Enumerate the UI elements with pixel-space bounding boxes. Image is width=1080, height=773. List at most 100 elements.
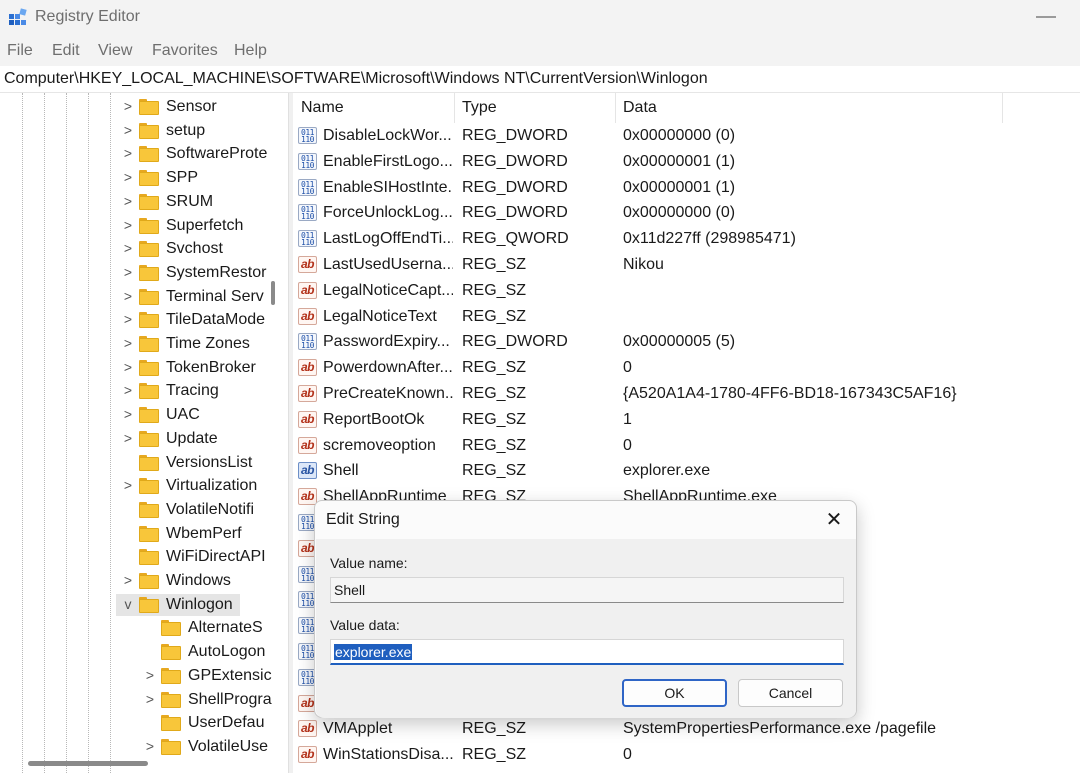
menu-view[interactable]: View: [98, 42, 132, 60]
tree-node[interactable]: > SRUM: [116, 191, 266, 213]
tree-node[interactable]: > SPP: [116, 167, 266, 189]
value-row[interactable]: ab LegalNoticeCapt... REG_SZ: [293, 278, 1080, 304]
tree-node[interactable]: > SystemRestor: [116, 262, 266, 284]
chevron-right-icon[interactable]: >: [122, 145, 134, 161]
tree-node[interactable]: > UAC: [116, 404, 266, 426]
chevron-right-icon[interactable]: >: [122, 359, 134, 375]
column-header-data[interactable]: Data: [623, 93, 657, 123]
key-tree-pane[interactable]: > Sensor > setup > SoftwareProte > SPP > SRUM > Sup…: [0, 93, 288, 773]
value-row[interactable]: ab VMApplet REG_SZ SystemPropertiesPerforma…: [293, 716, 1080, 742]
tree-node[interactable]: > GPExtensic: [138, 665, 288, 687]
chevron-right-icon[interactable]: >: [122, 288, 134, 304]
value-name-field[interactable]: Shell: [330, 577, 844, 603]
value-row[interactable]: ab LegalNoticeText REG_SZ: [293, 304, 1080, 330]
chevron-right-icon[interactable]: >: [122, 311, 134, 327]
value-row[interactable]: 011 110 ForceUnlockLog... REG_DWORD 0x00000…: [293, 200, 1080, 226]
value-row[interactable]: ab LastUsedUserna... REG_SZ Nikou: [293, 252, 1080, 278]
chevron-right-icon[interactable]: >: [122, 240, 134, 256]
tree-node[interactable]: > Sensor: [116, 96, 266, 118]
dialog-title: Edit String: [326, 511, 400, 528]
tree-node-label: Virtualization: [166, 477, 258, 495]
chevron-right-icon[interactable]: >: [122, 122, 134, 138]
chevron-right-icon[interactable]: >: [122, 335, 134, 351]
chevron-right-icon[interactable]: >: [122, 193, 134, 209]
chevron-right-icon[interactable]: >: [122, 264, 134, 280]
column-separator[interactable]: [454, 93, 455, 123]
value-row[interactable]: ab PowerdownAfter... REG_SZ 0: [293, 355, 1080, 381]
tree-node[interactable]: v Winlogon: [116, 593, 240, 616]
value-data-selected-text[interactable]: explorer.exe: [334, 644, 413, 660]
column-separator[interactable]: [615, 93, 616, 123]
menu-file[interactable]: File: [7, 42, 33, 60]
tree-node[interactable]: UserDefau: [138, 712, 288, 734]
value-name: LastLogOffEndTi...: [323, 230, 453, 248]
value-row[interactable]: 011 110 EnableSIHostInte... REG_DWORD 0x000…: [293, 175, 1080, 201]
tree-node[interactable]: VersionsList: [116, 452, 266, 474]
tree-node[interactable]: > Terminal Serv: [116, 286, 266, 308]
value-type: REG_SZ: [462, 256, 527, 273]
value-row[interactable]: ab WinStationsDisa... REG_SZ 0: [293, 742, 1080, 768]
menu-edit[interactable]: Edit: [52, 42, 80, 60]
value-row[interactable]: ab Shell REG_SZ explorer.exe: [293, 458, 1080, 484]
chevron-right-icon[interactable]: >: [122, 382, 134, 398]
chevron-right-icon[interactable]: >: [144, 667, 156, 683]
string-value-icon: ab: [298, 746, 317, 764]
tree-node[interactable]: > Time Zones: [116, 333, 266, 355]
ok-button[interactable]: OK: [622, 679, 727, 707]
value-row[interactable]: 011 110 DisableLockWor... REG_DWORD 0x00000…: [293, 123, 1080, 149]
chevron-right-icon[interactable]: >: [122, 572, 134, 588]
column-header-name[interactable]: Name: [301, 93, 344, 123]
value-name: EnableFirstLogo...: [323, 152, 453, 170]
tree-node-label: Svchost: [166, 240, 223, 258]
address-bar[interactable]: Computer\HKEY_LOCAL_MACHINE\SOFTWARE\Mic…: [0, 66, 1080, 93]
chevron-right-icon[interactable]: >: [144, 738, 156, 754]
value-row[interactable]: ab ReportBootOk REG_SZ 1: [293, 407, 1080, 433]
chevron-down-icon[interactable]: v: [122, 596, 134, 612]
tree-horizontal-scrollbar[interactable]: [28, 761, 148, 766]
tree-node-label: Sensor: [166, 98, 217, 115]
value-row[interactable]: ab scremoveoption REG_SZ 0: [293, 433, 1080, 459]
menu-help[interactable]: Help: [234, 42, 267, 60]
tree-node[interactable]: AlternateS: [138, 617, 288, 639]
value-data-field[interactable]: explorer.exe: [330, 639, 844, 665]
column-header-type[interactable]: Type: [462, 93, 497, 123]
column-separator[interactable]: [1002, 93, 1003, 123]
value-type: REG_DWORD: [462, 333, 568, 351]
value-row[interactable]: 011 110 EnableFirstLogo... REG_DWORD 0x0000…: [293, 149, 1080, 175]
value-name: LegalNoticeText: [323, 307, 437, 325]
tree-node[interactable]: > Tracing: [116, 380, 266, 402]
tree-node[interactable]: > ShellProgra: [138, 689, 288, 711]
tree-node[interactable]: > SoftwareProte: [116, 143, 267, 165]
value-row[interactable]: 011 110 LastLogOffEndTi... REG_QWORD 0x11d2…: [293, 226, 1080, 252]
tree-node[interactable]: > Virtualization: [116, 475, 266, 497]
tree-node[interactable]: > Update: [116, 428, 266, 450]
value-row[interactable]: ab PreCreateKnown... REG_SZ {A520A1A4-1780-…: [293, 381, 1080, 407]
tree-node[interactable]: WiFiDirectAPI: [116, 546, 266, 568]
tree-node[interactable]: > setup: [116, 120, 266, 142]
close-icon[interactable]: ✕: [821, 507, 847, 533]
chevron-right-icon[interactable]: >: [122, 477, 134, 493]
cancel-button[interactable]: Cancel: [738, 679, 843, 707]
chevron-right-icon[interactable]: >: [122, 98, 134, 114]
tree-vertical-scrollbar[interactable]: [271, 281, 275, 305]
chevron-right-icon[interactable]: >: [122, 217, 134, 233]
chevron-right-icon[interactable]: >: [144, 691, 156, 707]
tree-node[interactable]: > Svchost: [116, 238, 266, 260]
tree-node[interactable]: > Superfetch: [116, 215, 266, 237]
tree-node[interactable]: VolatileNotifi: [116, 499, 266, 521]
menu-favorites[interactable]: Favorites: [152, 42, 218, 60]
tree-node[interactable]: > TokenBroker: [116, 357, 266, 379]
chevron-right-icon[interactable]: >: [122, 169, 134, 185]
value-row[interactable]: 011 110 PasswordExpiry... REG_DWORD 0x00000…: [293, 329, 1080, 355]
minimize-button[interactable]: [1036, 16, 1056, 18]
chevron-right-icon[interactable]: >: [122, 430, 134, 446]
tree-node[interactable]: > Windows: [116, 570, 266, 592]
chevron-right-icon[interactable]: >: [122, 406, 134, 422]
string-value-icon: ab: [298, 385, 317, 402]
tree-node[interactable]: > TileDataMode: [116, 309, 266, 331]
binary-value-icon: 011 110: [298, 127, 317, 144]
tree-node[interactable]: WbemPerf: [116, 523, 266, 545]
address-path[interactable]: Computer\HKEY_LOCAL_MACHINE\SOFTWARE\Mic…: [4, 70, 708, 88]
tree-node[interactable]: > VolatileUse: [138, 736, 288, 758]
tree-node[interactable]: AutoLogon: [138, 641, 288, 663]
